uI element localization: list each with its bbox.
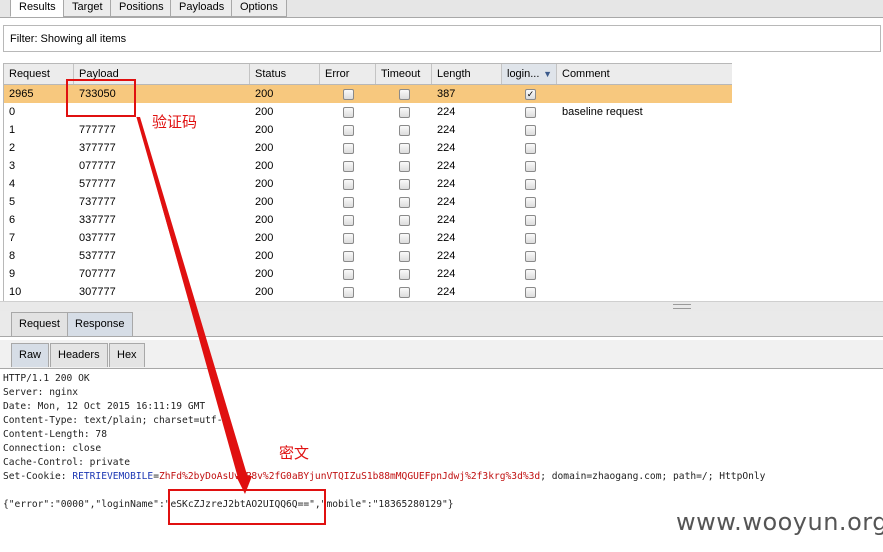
watermark: www.wooyun.org [676, 508, 883, 536]
arrow-head-icon [236, 476, 252, 494]
annotation-arrows [136, 116, 252, 494]
arrow-wedge [137, 117, 248, 478]
